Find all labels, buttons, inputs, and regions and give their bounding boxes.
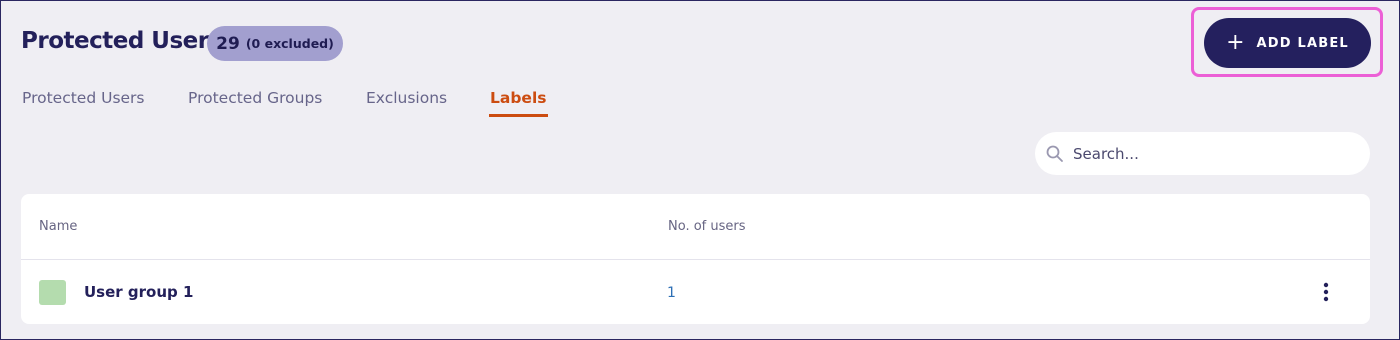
excluded-count: (0 excluded) bbox=[245, 36, 334, 51]
label-color-swatch bbox=[39, 280, 66, 305]
search-input[interactable] bbox=[1073, 140, 1353, 167]
label-name: User group 1 bbox=[84, 283, 194, 301]
labels-table: Name No. of users User group 1 1 bbox=[21, 194, 1370, 324]
column-header-users[interactable]: No. of users bbox=[668, 219, 746, 234]
column-header-name[interactable]: Name bbox=[39, 219, 77, 234]
label-user-count-link[interactable]: 1 bbox=[667, 285, 676, 301]
search-icon bbox=[1046, 145, 1063, 162]
table-header: Name No. of users bbox=[21, 194, 1370, 260]
user-count-badge: 29 (0 excluded) bbox=[207, 26, 343, 61]
tab-exclusions[interactable]: Exclusions bbox=[366, 89, 447, 107]
page-title: Protected Users bbox=[21, 28, 222, 54]
add-label-button-label: ADD LABEL bbox=[1256, 35, 1349, 51]
tab-protected-users[interactable]: Protected Users bbox=[22, 89, 145, 107]
add-label-button[interactable]: + ADD LABEL bbox=[1204, 18, 1371, 68]
table-row[interactable]: User group 1 1 bbox=[21, 261, 1370, 324]
tab-labels[interactable]: Labels bbox=[488, 89, 549, 117]
search-box bbox=[1035, 132, 1370, 175]
user-count: 29 bbox=[216, 33, 240, 54]
more-options-icon[interactable] bbox=[1315, 280, 1337, 306]
plus-icon: + bbox=[1226, 30, 1245, 55]
tab-protected-groups[interactable]: Protected Groups bbox=[188, 89, 322, 107]
